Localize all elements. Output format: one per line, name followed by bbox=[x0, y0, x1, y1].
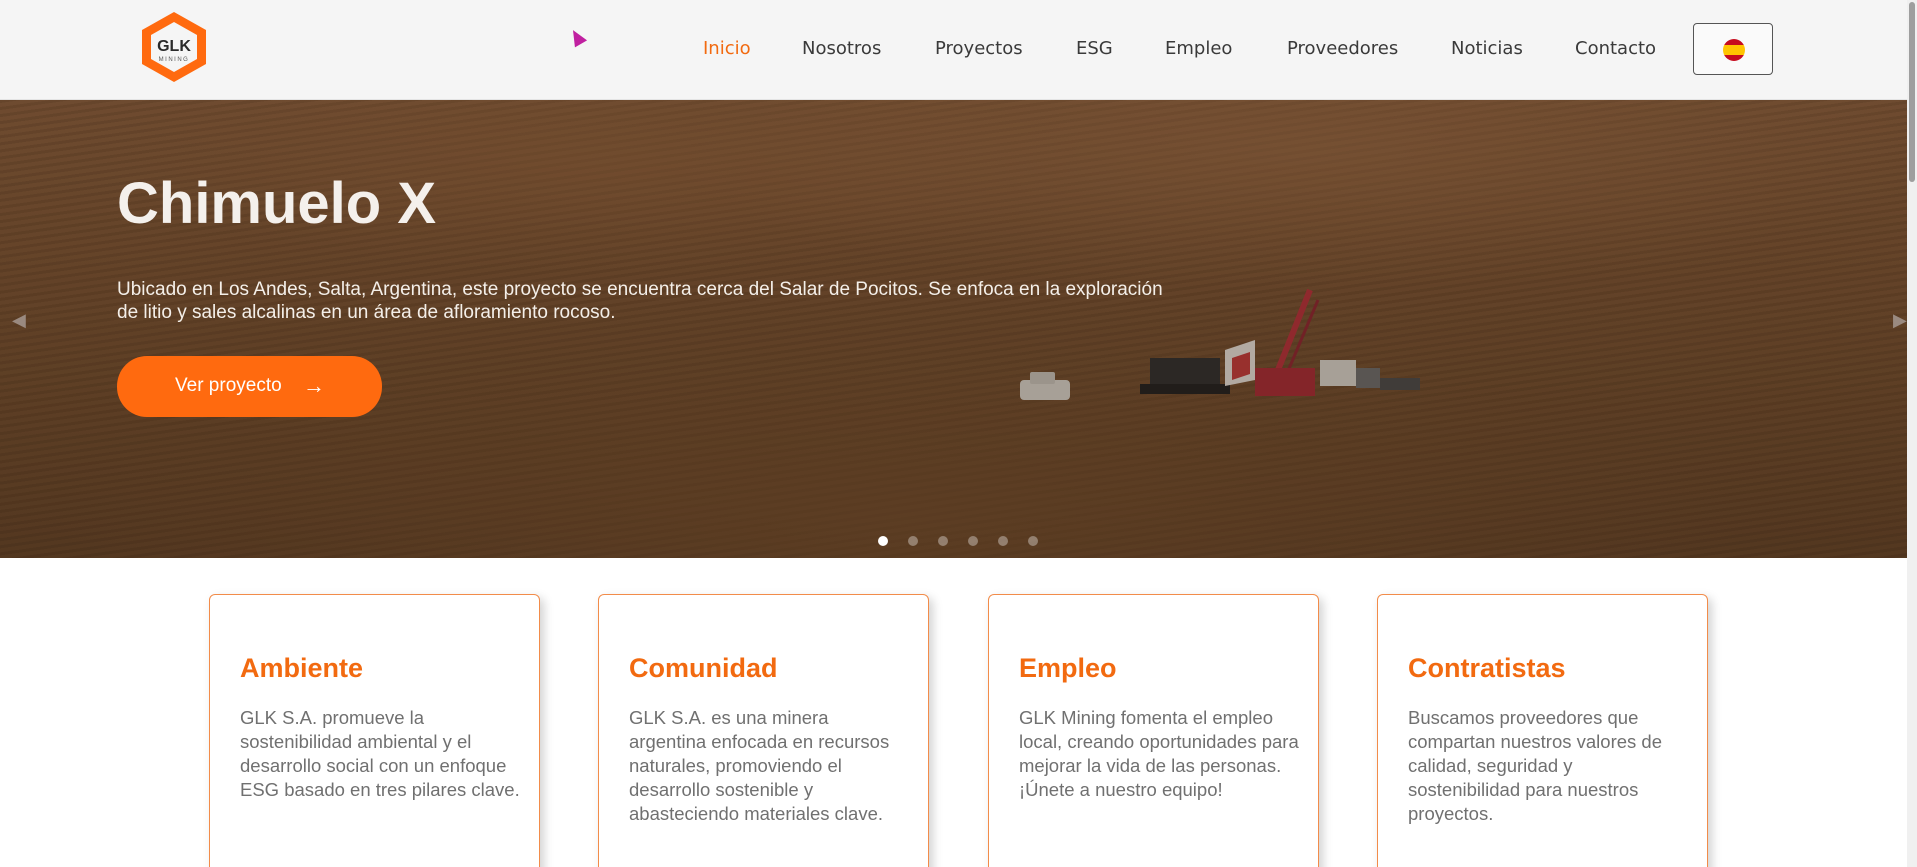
hero-title: Chimuelo X bbox=[117, 171, 437, 236]
hero-description: Ubicado en Los Andes, Salta, Argentina, … bbox=[117, 279, 1163, 323]
card-ambiente[interactable]: Ambiente GLK S.A. promueve la sostenibil… bbox=[209, 594, 540, 867]
slider-dot[interactable] bbox=[998, 536, 1008, 546]
slider-dot[interactable] bbox=[878, 536, 888, 546]
nav-empleo[interactable]: Empleo bbox=[1165, 38, 1232, 59]
slider-next-icon[interactable]: ▶ bbox=[1893, 310, 1907, 331]
ver-proyecto-button[interactable]: Ver proyecto → bbox=[117, 356, 382, 417]
site-header: GLK MINING Inicio Nosotros Proyectos ESG… bbox=[0, 0, 1907, 100]
language-selector-button[interactable] bbox=[1693, 23, 1773, 75]
nav-nosotros[interactable]: Nosotros bbox=[802, 38, 881, 59]
card-title: Comunidad bbox=[629, 653, 778, 683]
card-text: GLK Mining fomenta el empleo local, crea… bbox=[1019, 707, 1299, 800]
card-title: Ambiente bbox=[240, 653, 364, 683]
card-title: Contratistas bbox=[1408, 653, 1566, 683]
slider-prev-icon[interactable]: ◀ bbox=[12, 310, 26, 331]
nav-contacto[interactable]: Contacto bbox=[1575, 38, 1656, 59]
slider-dot[interactable] bbox=[968, 536, 978, 546]
slider-dot[interactable] bbox=[1028, 536, 1038, 546]
arrow-right-icon: → bbox=[303, 373, 325, 398]
nav-proyectos[interactable]: Proyectos bbox=[935, 38, 1023, 59]
slider-pagination bbox=[878, 536, 1038, 546]
hero-slider: Chimuelo X Ubicado en Los Andes, Salta, … bbox=[0, 100, 1907, 558]
card-text: Buscamos proveedores que compartan nuest… bbox=[1408, 707, 1662, 824]
nav-inicio[interactable]: Inicio bbox=[703, 38, 751, 59]
scrollbar-thumb[interactable] bbox=[1909, 2, 1915, 182]
card-comunidad[interactable]: Comunidad GLK S.A. es una minera argenti… bbox=[598, 594, 929, 867]
page-scrollbar[interactable] bbox=[1907, 0, 1917, 867]
card-text: GLK S.A. es una minera argentina enfocad… bbox=[629, 707, 890, 824]
slider-dot[interactable] bbox=[908, 536, 918, 546]
nav-esg[interactable]: ESG bbox=[1076, 38, 1113, 59]
card-text: GLK S.A. promueve la sostenibilidad ambi… bbox=[240, 707, 520, 800]
main-nav: Inicio Nosotros Proyectos ESG Empleo Pro… bbox=[0, 38, 1907, 62]
card-title: Empleo bbox=[1019, 653, 1117, 683]
nav-noticias[interactable]: Noticias bbox=[1451, 38, 1523, 59]
slider-dot[interactable] bbox=[938, 536, 948, 546]
spain-flag-icon bbox=[1723, 39, 1745, 61]
nav-proveedores[interactable]: Proveedores bbox=[1287, 38, 1398, 59]
hero-overlay bbox=[0, 100, 1907, 558]
card-empleo[interactable]: Empleo GLK Mining fomenta el empleo loca… bbox=[988, 594, 1319, 867]
card-contratistas[interactable]: Contratistas Buscamos proveedores que co… bbox=[1377, 594, 1708, 867]
ver-proyecto-label: Ver proyecto bbox=[175, 375, 282, 396]
